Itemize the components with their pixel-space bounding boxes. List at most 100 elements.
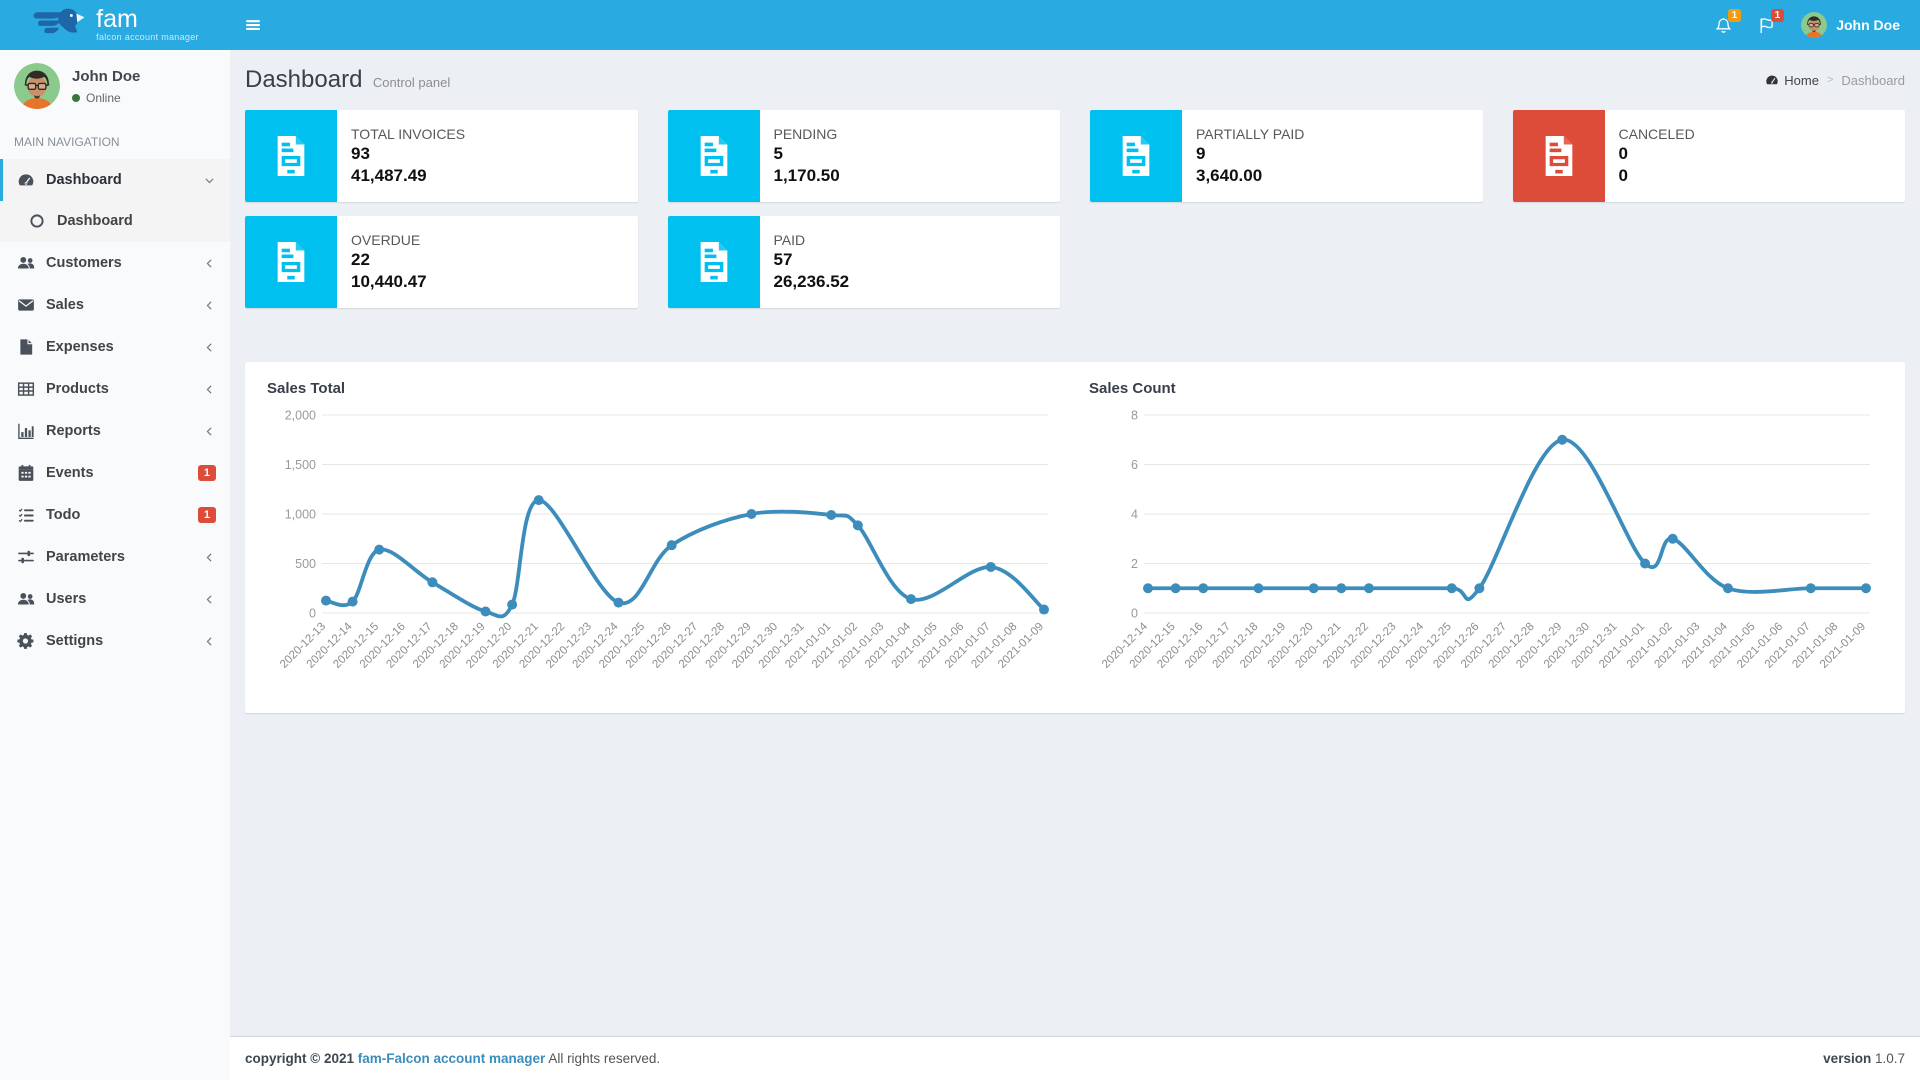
sidebar-item-expenses[interactable]: Expenses bbox=[0, 326, 230, 368]
svg-text:0: 0 bbox=[1131, 607, 1138, 621]
sidebar-item: Dashboard Dashboard bbox=[0, 159, 230, 242]
sidebar-item-label: Dashboard bbox=[46, 172, 122, 188]
info-box-label: PAID bbox=[774, 232, 850, 248]
sidebar-toggle-button[interactable] bbox=[230, 0, 276, 50]
sidebar-item-todo[interactable]: Todo1 bbox=[0, 494, 230, 536]
sidebar-item-label: Sales bbox=[46, 297, 84, 313]
sales-count-chart-section: Sales Count 024682020-12-142020-12-15202… bbox=[1075, 380, 1897, 705]
brand-name: fam bbox=[96, 5, 138, 33]
sidebar-item: Users bbox=[0, 578, 230, 620]
charts-panel: Sales Total 05001,0001,5002,0002020-12-1… bbox=[245, 362, 1905, 713]
breadcrumb-separator: > bbox=[1827, 74, 1833, 86]
data-points bbox=[321, 495, 1049, 616]
sidebar-item-label: Settigns bbox=[46, 633, 103, 649]
line-series bbox=[326, 500, 1044, 616]
sidebar-item-parameters[interactable]: Parameters bbox=[0, 536, 230, 578]
flags-menu[interactable]: 1 bbox=[1746, 9, 1787, 42]
sales-count-svg: 024682020-12-142020-12-152020-12-162020-… bbox=[1089, 401, 1883, 705]
avatar bbox=[1801, 12, 1827, 38]
sidebar-item: Expenses bbox=[0, 326, 230, 368]
svg-text:1,000: 1,000 bbox=[285, 508, 316, 522]
avatar bbox=[14, 63, 60, 109]
sidebar-item-label: Parameters bbox=[46, 549, 125, 565]
users-icon bbox=[17, 254, 35, 272]
info-box-amount: 1,170.50 bbox=[774, 166, 840, 186]
sidebar-item-sales[interactable]: Sales bbox=[0, 284, 230, 326]
sidebar-item: Products bbox=[0, 368, 230, 410]
svg-text:6: 6 bbox=[1131, 458, 1138, 472]
info-box-overdue: OVERDUE2210,440.47 bbox=[245, 216, 638, 308]
info-box-amount: 3,640.00 bbox=[1196, 166, 1304, 186]
sidebar-item-users[interactable]: Users bbox=[0, 578, 230, 620]
sidebar-item-label: Users bbox=[46, 591, 86, 607]
chevron-left-icon bbox=[203, 425, 216, 438]
chevron-left-icon bbox=[203, 593, 216, 606]
sidebar-user-name: John Doe bbox=[72, 68, 140, 85]
invoice-icon bbox=[668, 110, 760, 202]
version-label: version bbox=[1823, 1051, 1871, 1066]
sidebar-item-customers[interactable]: Customers bbox=[0, 242, 230, 284]
version-number: 1.0.7 bbox=[1875, 1051, 1905, 1066]
info-box-content: CANCELED00 bbox=[1605, 110, 1709, 202]
sidebar-item-settigns[interactable]: Settigns bbox=[0, 620, 230, 662]
info-box-canceled: CANCELED00 bbox=[1513, 110, 1906, 202]
sidebar-item-label: Reports bbox=[46, 423, 101, 439]
users-icon bbox=[17, 590, 35, 608]
svg-text:1,500: 1,500 bbox=[285, 458, 316, 472]
sidebar-section-label: MAIN NAVIGATION bbox=[0, 119, 230, 159]
info-box-total-invoices: TOTAL INVOICES9341,487.49 bbox=[245, 110, 638, 202]
sidebar-item-label: Customers bbox=[46, 255, 122, 271]
info-box-label: PARTIALLY PAID bbox=[1196, 126, 1304, 142]
info-box-grid: TOTAL INVOICES9341,487.49 PENDING 51,170.5… bbox=[245, 110, 1905, 308]
info-box-label: TOTAL INVOICES bbox=[351, 126, 465, 142]
sidebar-subitem-dashboard[interactable]: Dashboard bbox=[0, 201, 230, 242]
svg-text:500: 500 bbox=[295, 557, 316, 571]
chart-title: Sales Total bbox=[267, 380, 1061, 397]
invoice-icon bbox=[1090, 110, 1182, 202]
invoice-icon bbox=[668, 216, 760, 308]
brand-text: fam falcon account manager bbox=[96, 8, 199, 42]
page-title: Dashboard bbox=[245, 66, 362, 93]
brand-logo-link[interactable]: fam falcon account manager bbox=[0, 0, 230, 50]
info-box-amount: 41,487.49 bbox=[351, 166, 465, 186]
info-box-count: 0 bbox=[1619, 144, 1695, 164]
chevron-left-icon bbox=[203, 551, 216, 564]
sliders-icon bbox=[17, 548, 35, 566]
info-box-pending: PENDING 51,170.50 bbox=[668, 110, 1061, 202]
notifications-badge: 1 bbox=[1728, 9, 1742, 23]
page-subtitle: Control panel bbox=[373, 75, 450, 90]
breadcrumb-home-link[interactable]: Home bbox=[1765, 73, 1819, 88]
chevron-left-icon bbox=[203, 341, 216, 354]
info-box-label: PENDING bbox=[774, 126, 840, 142]
sidebar-item: Parameters bbox=[0, 536, 230, 578]
footer-brand-link[interactable]: fam-Falcon account manager bbox=[358, 1051, 546, 1066]
brand-tagline: falcon account manager bbox=[96, 32, 199, 42]
sidebar-item-products[interactable]: Products bbox=[0, 368, 230, 410]
svg-text:2: 2 bbox=[1131, 557, 1138, 571]
svg-text:8: 8 bbox=[1131, 409, 1138, 423]
info-box-count: 5 bbox=[774, 144, 840, 164]
sidebar-item: Reports bbox=[0, 410, 230, 452]
sidebar-item: Events1 bbox=[0, 452, 230, 494]
breadcrumb-current: Dashboard bbox=[1841, 73, 1905, 88]
sidebar-menu: Dashboard Dashboard Customers Sales Expenses… bbox=[0, 159, 230, 662]
user-menu[interactable]: John Doe bbox=[1789, 12, 1906, 38]
sidebar-item-dashboard[interactable]: Dashboard bbox=[0, 159, 230, 201]
sidebar-item: Settigns bbox=[0, 620, 230, 662]
invoice-icon bbox=[245, 110, 337, 202]
sidebar-item-events[interactable]: Events1 bbox=[0, 452, 230, 494]
footer-version: version 1.0.7 bbox=[1823, 1051, 1905, 1066]
svg-text:4: 4 bbox=[1131, 508, 1138, 522]
circle-o-icon bbox=[28, 212, 46, 230]
info-box-count: 57 bbox=[774, 250, 850, 270]
breadcrumb-home-label: Home bbox=[1784, 73, 1819, 88]
sidebar-item-reports[interactable]: Reports bbox=[0, 410, 230, 452]
line-series bbox=[1148, 440, 1866, 600]
top-navbar: fam falcon account manager 1 1 John Doe bbox=[0, 0, 1920, 50]
content: Dashboard Control panel Home > Dashboard… bbox=[230, 50, 1920, 1036]
notifications-menu[interactable]: 1 bbox=[1703, 9, 1744, 42]
sales-total-chart: 05001,0001,5002,0002020-12-132020-12-142… bbox=[267, 401, 1061, 705]
sidebar-item: Customers bbox=[0, 242, 230, 284]
x-axis-labels: 2020-12-132020-12-142020-12-152020-12-16… bbox=[278, 620, 1046, 671]
hamburger-icon bbox=[245, 17, 261, 33]
